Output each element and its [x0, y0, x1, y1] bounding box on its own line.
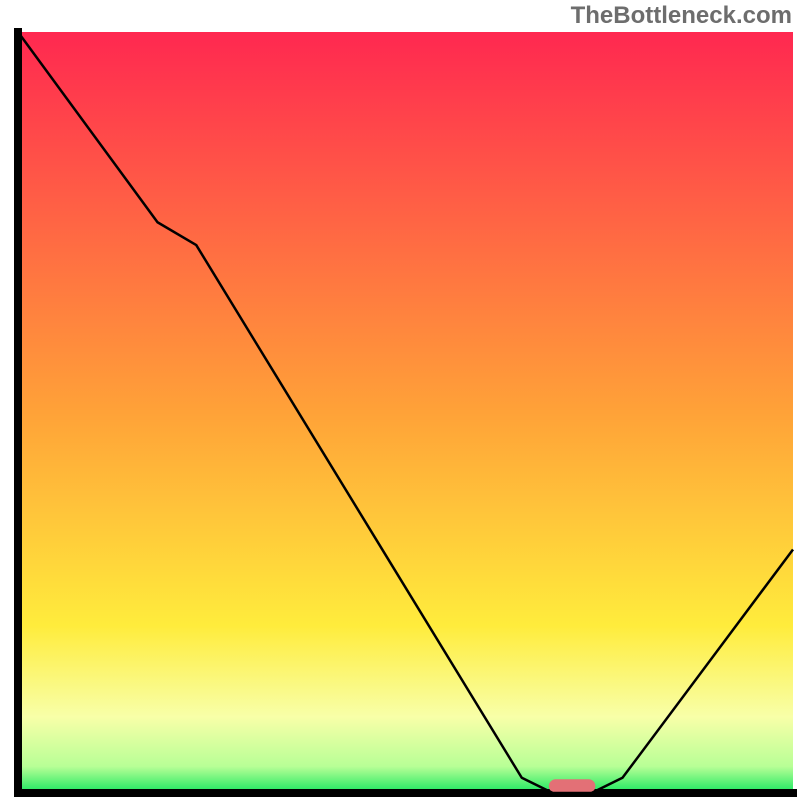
optimum-marker [549, 779, 596, 793]
bottleneck-chart [0, 0, 800, 800]
plot-gradient [18, 32, 793, 793]
watermark-text: TheBottleneck.com [571, 2, 792, 30]
chart-container: TheBottleneck.com [0, 0, 800, 800]
